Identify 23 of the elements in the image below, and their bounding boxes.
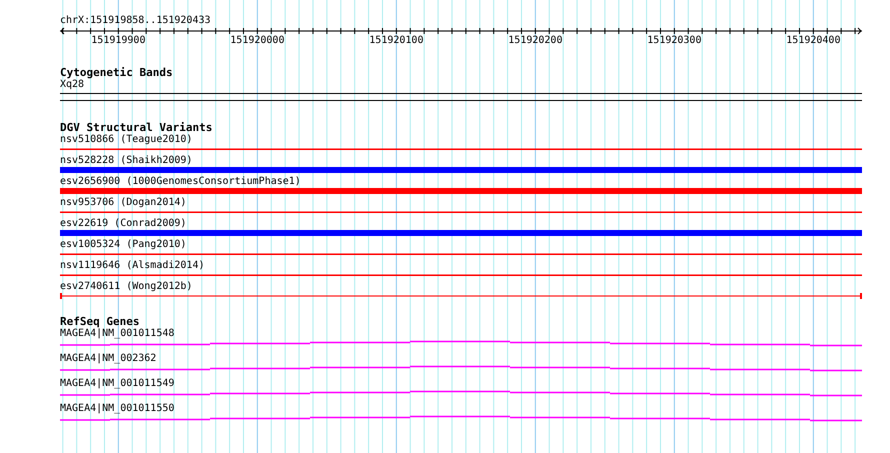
ruler-tick-label: 151919900	[91, 35, 146, 47]
track-title: DGV Structural Variants	[60, 122, 212, 134]
feature-label: MAGEA4|NM_001011549	[60, 378, 174, 390]
feature-label: esv2740611 (Wong2012b)	[60, 281, 192, 293]
ruler-tick-label: 151920100	[369, 35, 424, 47]
ruler-tick-label: 151920300	[647, 35, 702, 47]
feature-label: nsv1119646 (Alsmadi2014)	[60, 260, 204, 272]
feature-label: nsv528228 (Shaikh2009)	[60, 155, 192, 167]
ruler-tick-label: 151920200	[508, 35, 562, 47]
feature-label: nsv510866 (Teague2010)	[60, 134, 192, 146]
feature-label: esv1005324 (Pang2010)	[60, 239, 186, 251]
feature-label: esv22619 (Conrad2009)	[60, 218, 186, 230]
feature-label: MAGEA4|NM_001011550	[60, 403, 174, 415]
ruler-tick-label: 151920000	[230, 35, 284, 47]
feature-label: MAGEA4|NM_002362	[60, 353, 156, 365]
feature-label: nsv953706 (Dogan2014)	[60, 197, 186, 209]
track-title: RefSeq Genes	[60, 316, 140, 328]
ruler-tick-label: 151920400	[786, 35, 840, 47]
feature-label: esv2656900 (1000GenomesConsortiumPhase1)	[60, 176, 301, 188]
feature-label: Xq28	[60, 79, 84, 91]
feature-label: MAGEA4|NM_001011548	[60, 328, 174, 340]
track-title: Cytogenetic Bands	[60, 67, 173, 79]
region-label: chrX:151919858..151920433	[60, 15, 211, 27]
